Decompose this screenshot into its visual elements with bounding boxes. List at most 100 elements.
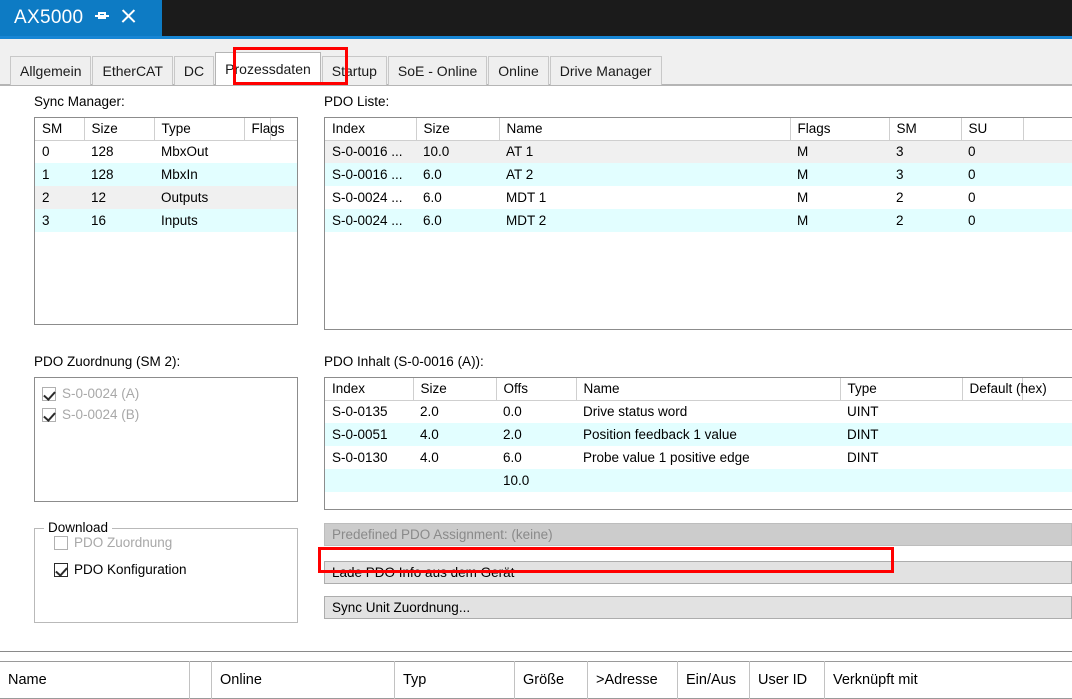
tab-ethercat[interactable]: EtherCAT — [92, 56, 173, 85]
pdo-inhalt-cell-index: S-0-0051 — [325, 423, 413, 446]
pdo-liste-col-index[interactable]: Index — [325, 118, 417, 141]
variable-column-online[interactable]: Online — [212, 661, 395, 699]
pdo-liste-cell-flags: M — [790, 186, 889, 209]
pdo-liste-col-su[interactable]: SU — [961, 118, 1024, 141]
pdo-inhalt-col-default-hex[interactable]: Default (hex) — [962, 378, 1047, 401]
table-row[interactable]: S-0-0016 ... 6.0 AT 2M30 — [325, 163, 1072, 186]
pdo-zuordnung-item-0[interactable]: S-0-0024 (A) — [39, 383, 293, 404]
tab-drive-manager[interactable]: Drive Manager — [549, 56, 662, 85]
sync-manager-cell-type: Outputs — [154, 186, 244, 209]
tab-soe-online[interactable]: SoE - Online — [387, 56, 488, 85]
table-row[interactable]: S-0-0130 4.0 6.0 Probe value 1 positive edg… — [325, 446, 1072, 469]
pdo-liste-cell-sm: 2 — [889, 186, 961, 209]
pdo-inhalt-cell-size: 4.0 — [413, 446, 496, 469]
variable-column-ein-aus[interactable]: Ein/Aus — [678, 661, 750, 699]
table-row[interactable]: 1 128 MbxIn — [35, 163, 297, 186]
pdo-liste-cell-flags: M — [790, 163, 889, 186]
sync-manager-cell-sm: 1 — [35, 163, 84, 186]
checkbox-icon[interactable] — [54, 562, 68, 577]
tab-online[interactable]: Online — [488, 56, 549, 85]
sync-manager-cell-flags — [244, 140, 271, 163]
variable-column-user-id[interactable]: User ID — [750, 661, 825, 699]
pdo-inhalt-cell-default — [962, 469, 1023, 492]
variable-column-typ[interactable]: Typ — [395, 661, 515, 699]
tab-dc[interactable]: DC — [173, 56, 215, 85]
sync-manager-cell-flags — [244, 209, 271, 232]
tab-startup[interactable]: Startup — [321, 56, 387, 85]
pdo-zuordnung-item-label: S-0-0024 (A) — [62, 386, 140, 401]
sync-manager-cell-sm: 0 — [35, 140, 84, 163]
pdo-liste-cell-sm: 3 — [889, 163, 961, 186]
sync-manager-cell-sm: 2 — [35, 186, 84, 209]
sync-unit-assignment-button[interactable]: Sync Unit Zuordnung... — [324, 596, 1072, 619]
variable-column-name[interactable]: Name — [0, 661, 190, 699]
variable-column-verknüpft-mit[interactable]: Verknüpft mit — [825, 661, 1072, 699]
pdo-zuordnung-item-1[interactable]: S-0-0024 (B) — [39, 404, 293, 425]
pdo-liste-cell-su: 0 — [961, 140, 1023, 163]
sync-manager-table[interactable]: SM Size Type Flags 0 128 MbxOut 1 128 MbxIn 2 12 Ou… — [34, 117, 298, 325]
table-row[interactable]: 2 12 Outputs — [35, 186, 297, 209]
pdo-inhalt-col-index[interactable]: Index — [325, 378, 414, 401]
pdo-inhalt-col-type[interactable]: Type — [840, 378, 963, 401]
pdo-inhalt-col-name[interactable]: Name — [576, 378, 841, 401]
checkbox-icon[interactable] — [42, 407, 56, 422]
tab-prozessdaten[interactable]: Prozessdaten — [215, 52, 321, 85]
pdo-liste-col-filler — [1023, 118, 1072, 141]
table-row[interactable]: 3 16 Inputs — [35, 209, 297, 232]
pdo-inhalt-cell-default — [962, 400, 1023, 423]
pdo-inhalt-cell-name: Position feedback 1 value — [576, 423, 840, 446]
table-row[interactable]: 10.0 — [325, 469, 1072, 492]
pdo-liste-col-flags[interactable]: Flags — [790, 118, 890, 141]
checkbox-icon[interactable] — [42, 386, 56, 401]
table-row[interactable]: S-0-0024 ... 6.0 MDT 2M20 — [325, 209, 1072, 232]
pdo-inhalt-cell-name: Drive status word — [576, 400, 840, 423]
pin-icon[interactable] — [95, 10, 110, 27]
predefined-pdo-assignment-combo[interactable]: Predefined PDO Assignment: (keine) — [324, 523, 1072, 546]
sync-manager-col-flags[interactable]: Flags — [244, 118, 285, 141]
download-groupbox-legend: Download — [44, 520, 113, 535]
pdo-inhalt-cell-type: DINT — [840, 423, 962, 446]
pdo-liste-label: PDO Liste: — [324, 94, 390, 109]
pdo-liste-cell-name: MDT 1 — [499, 186, 790, 209]
load-pdo-info-button[interactable]: Lade PDO Info aus dem Gerät — [324, 561, 1072, 584]
sync-manager-cell-size: 16 — [84, 209, 154, 232]
pdo-liste-col-name[interactable]: Name — [499, 118, 791, 141]
sync-manager-cell-type: MbxOut — [154, 140, 244, 163]
pdo-inhalt-cell-name: Probe value 1 positive edge — [576, 446, 840, 469]
table-row[interactable]: S-0-0051 4.0 2.0 Position feedback 1 value D… — [325, 423, 1072, 446]
sync-manager-cell-flags — [244, 163, 271, 186]
download-groupbox: PDO Zuordnung PDO Konfiguration — [34, 528, 298, 623]
pdo-liste-table[interactable]: Index Size Name Flags SM SU S-0-0016 ... 10.0 A… — [324, 117, 1072, 330]
sync-manager-cell-filler — [270, 163, 297, 186]
pdo-liste-col-size[interactable]: Size — [416, 118, 500, 141]
close-icon[interactable] — [121, 9, 136, 27]
checkbox-icon[interactable] — [54, 535, 68, 550]
pdo-liste-cell-flags: M — [790, 140, 889, 163]
pdo-liste-cell-index: S-0-0016 ... — [325, 140, 416, 163]
pdo-inhalt-col-size[interactable]: Size — [413, 378, 497, 401]
tab-allgemein[interactable]: Allgemein — [10, 56, 92, 85]
download-item-1[interactable]: PDO Konfiguration — [35, 556, 297, 583]
variable-column-grö-e[interactable]: Größe — [515, 661, 588, 699]
pdo-inhalt-cell-offs: 0.0 — [496, 400, 576, 423]
sync-manager-col-type[interactable]: Type — [154, 118, 245, 141]
sync-manager-col-sm[interactable]: SM — [35, 118, 85, 141]
variable-column-adresse[interactable]: >Adresse — [588, 661, 678, 699]
sync-manager-col-size[interactable]: Size — [84, 118, 155, 141]
pdo-inhalt-table[interactable]: Index Size Offs Name Type Default (hex) S-0-0… — [324, 377, 1072, 510]
table-row[interactable]: S-0-0135 2.0 0.0 Drive status word UINT — [325, 400, 1072, 423]
table-row[interactable]: S-0-0016 ... 10.0 AT 1M30 — [325, 140, 1072, 163]
pdo-inhalt-cell-default — [962, 423, 1023, 446]
pdo-zuordnung-list[interactable]: S-0-0024 (A) S-0-0024 (B) — [34, 377, 298, 502]
variable-column-blank[interactable] — [190, 661, 212, 699]
pdo-inhalt-cell-index: S-0-0130 — [325, 446, 413, 469]
pdo-inhalt-cell-index — [325, 469, 413, 492]
table-row[interactable]: S-0-0024 ... 6.0 MDT 1M20 — [325, 186, 1072, 209]
pdo-liste-cell-flags: M — [790, 209, 889, 232]
properties-window: Allgemein EtherCAT DC Prozessdaten Startup So… — [0, 36, 1072, 652]
table-row[interactable]: 0 128 MbxOut — [35, 140, 297, 163]
pdo-liste-col-sm[interactable]: SM — [889, 118, 962, 141]
document-tab-ax5000[interactable]: AX5000 — [0, 0, 162, 36]
pdo-inhalt-col-offs[interactable]: Offs — [496, 378, 577, 401]
pdo-inhalt-cell-filler — [1022, 469, 1072, 492]
